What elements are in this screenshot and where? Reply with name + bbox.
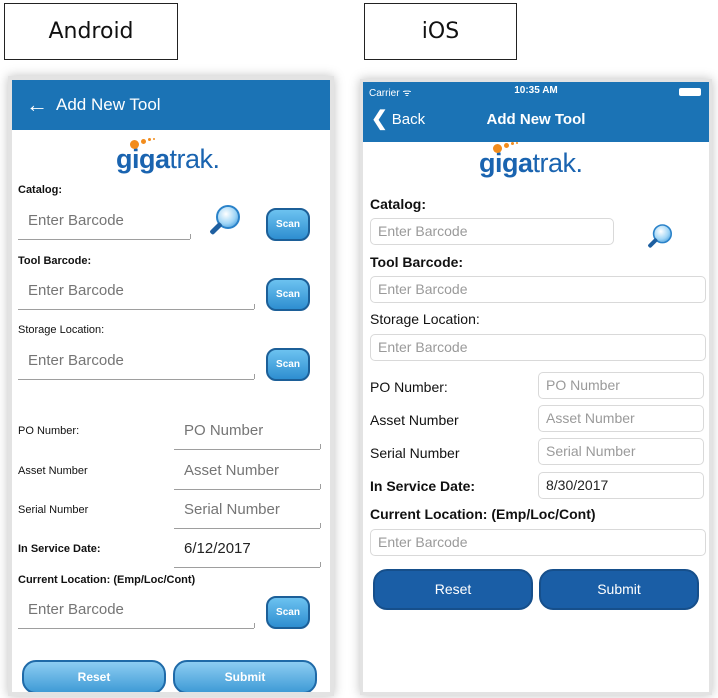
gigatrak-logo: gigatrak. (116, 138, 221, 175)
status-time: 10:35 AM (514, 85, 558, 96)
current-location-scan-button[interactable]: Scan (266, 596, 310, 629)
asset-number-input[interactable]: Asset Number (538, 405, 704, 432)
current-location-input[interactable]: Enter Barcode (18, 595, 255, 629)
po-number-input[interactable]: PO Number (174, 416, 321, 450)
in-service-date-label: In Service Date: (18, 543, 101, 555)
serial-number-label: Serial Number (18, 504, 89, 516)
ios-platform-label: iOS (364, 3, 517, 60)
catalog-input[interactable]: Enter Barcode (370, 218, 614, 245)
storage-location-label: Storage Location: (18, 324, 105, 336)
android-screen: ← Add New Tool gigatrak. Catalog: Enter … (8, 76, 334, 696)
asset-number-label: Asset Number (18, 465, 88, 477)
storage-location-label: Storage Location: (370, 311, 480, 327)
logo-text-regular: trak. (532, 148, 584, 178)
po-number-label: PO Number: (18, 425, 80, 437)
submit-button[interactable]: Submit (539, 569, 699, 610)
storage-location-input[interactable]: Enter Barcode (18, 346, 255, 380)
catalog-search-icon[interactable] (208, 204, 242, 238)
in-service-date-input[interactable]: 6/12/2017 (174, 534, 321, 568)
android-platform-label: Android (4, 3, 178, 60)
asset-number-label: Asset Number (370, 412, 459, 428)
tool-barcode-scan-button[interactable]: Scan (266, 278, 310, 311)
ios-screen: Carrier ᯤ 10:35 AM ❮ Back Add New Tool g… (360, 79, 712, 695)
logo-text-regular: trak. (169, 144, 221, 174)
in-service-date-label: In Service Date: (370, 478, 476, 494)
current-location-label: Current Location: (Emp/Loc/Cont) (18, 574, 196, 586)
storage-location-scan-button[interactable]: Scan (266, 348, 310, 381)
po-number-input[interactable]: PO Number (538, 372, 704, 399)
catalog-scan-button[interactable]: Scan (266, 208, 310, 241)
ios-label-text: iOS (421, 19, 460, 44)
po-number-label: PO Number: (370, 379, 448, 395)
catalog-label: Catalog: (18, 184, 62, 196)
current-location-input[interactable]: Enter Barcode (370, 529, 706, 556)
ios-nav-bar: Carrier ᯤ 10:35 AM ❮ Back Add New Tool (363, 82, 709, 142)
android-app-bar: ← Add New Tool (12, 80, 330, 130)
android-label-text: Android (48, 19, 134, 44)
catalog-search-icon[interactable] (646, 223, 673, 250)
gigatrak-logo: gigatrak. (479, 142, 584, 179)
catalog-input[interactable]: Enter Barcode (18, 206, 191, 240)
serial-number-input[interactable]: Serial Number (174, 495, 321, 529)
ios-status-bar: Carrier ᯤ 10:35 AM (363, 85, 709, 99)
current-location-label: Current Location: (Emp/Loc/Cont) (370, 506, 596, 522)
in-service-date-input[interactable]: 8/30/2017 (538, 472, 704, 499)
storage-location-input[interactable]: Enter Barcode (370, 334, 706, 361)
submit-button[interactable]: Submit (173, 660, 317, 692)
android-page-title: Add New Tool (56, 95, 161, 114)
reset-button[interactable]: Reset (22, 660, 166, 692)
logo-dots-icon (491, 142, 521, 154)
reset-button[interactable]: Reset (373, 569, 533, 610)
battery-icon (679, 88, 701, 96)
serial-number-label: Serial Number (370, 445, 460, 461)
asset-number-input[interactable]: Asset Number (174, 456, 321, 490)
serial-number-input[interactable]: Serial Number (538, 438, 704, 465)
tool-barcode-label: Tool Barcode: (18, 255, 92, 267)
tool-barcode-input[interactable]: Enter Barcode (18, 276, 255, 310)
tool-barcode-label: Tool Barcode: (370, 254, 464, 270)
tool-barcode-input[interactable]: Enter Barcode (370, 276, 706, 303)
ios-page-title: Add New Tool (486, 111, 586, 128)
logo-dots-icon (128, 138, 158, 150)
catalog-label: Catalog: (370, 196, 426, 212)
back-arrow-icon[interactable]: ← (12, 80, 62, 130)
